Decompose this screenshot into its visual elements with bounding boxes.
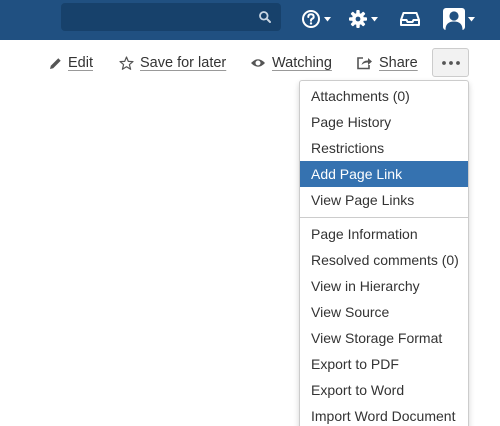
- share-icon: [356, 56, 373, 70]
- search-icon[interactable]: [258, 10, 272, 24]
- menu-item-page-information[interactable]: Page Information: [300, 221, 468, 247]
- more-actions-button[interactable]: [432, 48, 469, 77]
- menu-item-export-to-word[interactable]: Export to Word: [300, 377, 468, 403]
- user-profile-button[interactable]: [443, 6, 475, 32]
- ellipsis-icon: [441, 60, 460, 65]
- menu-item-add-page-link[interactable]: Add Page Link: [300, 161, 468, 187]
- menu-item-view-storage-format[interactable]: View Storage Format: [300, 325, 468, 351]
- menu-item-attachments[interactable]: Attachments (0): [300, 83, 468, 109]
- watching-label: Watching: [272, 55, 332, 71]
- chevron-down-icon: [468, 16, 475, 21]
- edit-button[interactable]: Edit: [49, 52, 93, 74]
- save-for-later-button[interactable]: Save for later: [119, 52, 226, 74]
- menu-item-page-history[interactable]: Page History: [300, 109, 468, 135]
- menu-item-export-to-pdf[interactable]: Export to PDF: [300, 351, 468, 377]
- help-menu-button[interactable]: [301, 6, 331, 32]
- top-navigation-bar: [0, 0, 500, 40]
- help-icon: [302, 10, 320, 28]
- avatar: [443, 8, 465, 30]
- save-for-later-label: Save for later: [140, 55, 227, 71]
- watching-button[interactable]: Watching: [250, 52, 332, 74]
- chevron-down-icon: [371, 16, 378, 21]
- pencil-icon: [49, 57, 62, 70]
- edit-label: Edit: [68, 55, 93, 71]
- menu-item-import-word-document[interactable]: Import Word Document: [300, 403, 468, 426]
- menu-group-page-info: Page Information Resolved comments (0) V…: [300, 217, 468, 426]
- share-label: Share: [379, 55, 418, 71]
- gear-icon: [349, 10, 367, 28]
- menu-item-view-page-links[interactable]: View Page Links: [300, 187, 468, 213]
- settings-menu-button[interactable]: [348, 6, 378, 32]
- menu-item-view-in-hierarchy[interactable]: View in Hierarchy: [300, 273, 468, 299]
- share-button[interactable]: Share: [356, 52, 418, 74]
- user-avatar-icon: [445, 11, 463, 30]
- menu-item-restrictions[interactable]: Restrictions: [300, 135, 468, 161]
- chevron-down-icon: [324, 16, 331, 21]
- menu-item-view-source[interactable]: View Source: [300, 299, 468, 325]
- more-actions-dropdown: Attachments (0) Page History Restriction…: [299, 80, 469, 426]
- notifications-button[interactable]: [399, 6, 421, 32]
- eye-icon: [250, 57, 266, 69]
- search-input[interactable]: [61, 3, 281, 31]
- menu-group-page-tools: Attachments (0) Page History Restriction…: [300, 81, 468, 217]
- menu-item-resolved-comments[interactable]: Resolved comments (0): [300, 247, 468, 273]
- star-outline-icon: [119, 55, 134, 71]
- inbox-icon: [400, 12, 420, 26]
